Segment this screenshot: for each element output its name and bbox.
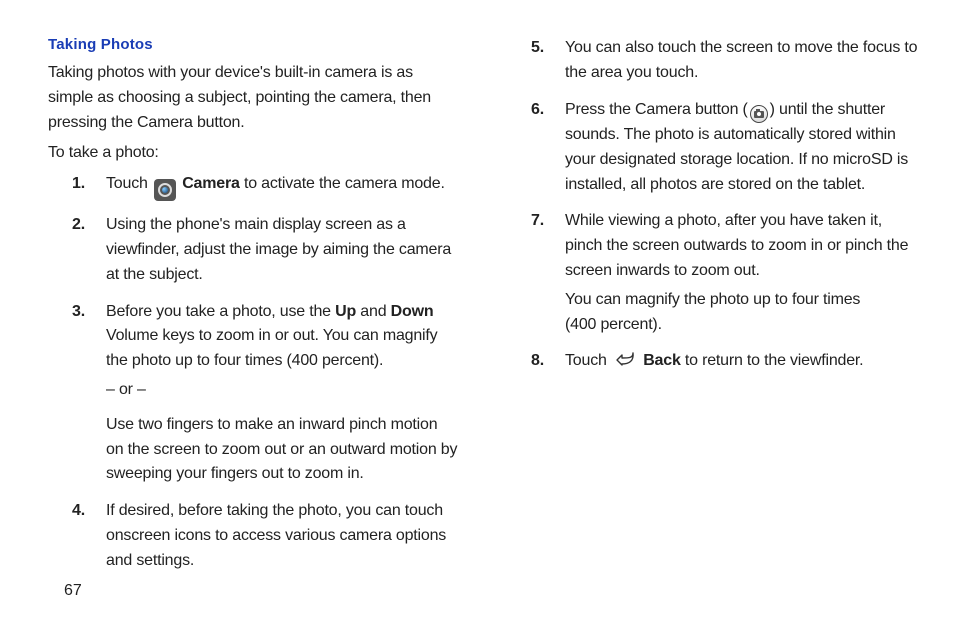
step-6: Press the Camera button () until the shu… <box>531 98 918 198</box>
step-1-post: to activate the camera mode. <box>240 175 445 192</box>
steps-list-right: You can also touch the screen to move th… <box>507 36 918 374</box>
step-3-alt: Use two fingers to make an inward pinch … <box>106 413 459 487</box>
step-7-main: While viewing a photo, after you have ta… <box>565 212 908 279</box>
step-4: If desired, before taking the photo, you… <box>72 499 459 573</box>
step-7: While viewing a photo, after you have ta… <box>531 209 918 337</box>
step-8-pre: Touch <box>565 352 611 369</box>
step-3-pre1: Before you take a photo, use the <box>106 303 335 320</box>
step-8: Touch Back to return to the viewfinder. <box>531 349 918 374</box>
step-3-or: – or – <box>106 378 459 403</box>
steps-list-left: Touch Camera to activate the camera mode… <box>48 172 459 573</box>
step-1-bold: Camera <box>182 175 240 192</box>
page-number: 67 <box>64 582 82 600</box>
step-3-mid1: and <box>356 303 391 320</box>
step-1-pre: Touch <box>106 175 152 192</box>
left-column: Taking Photos Taking photos with your de… <box>48 36 459 586</box>
step-3-b2: Down <box>391 303 434 320</box>
intro-paragraph: Taking photos with your device's built-i… <box>48 61 459 135</box>
section-title: Taking Photos <box>48 36 459 53</box>
step-3-b1: Up <box>335 303 356 320</box>
back-icon <box>613 352 637 368</box>
camera-app-icon <box>154 179 176 201</box>
step-6-pre: Press the Camera button ( <box>565 101 748 118</box>
step-7-sub1: You can magnify the photo up to four tim… <box>565 288 918 313</box>
step-3: Before you take a photo, use the Up and … <box>72 300 459 488</box>
step-5: You can also touch the screen to move th… <box>531 36 918 86</box>
step-8-bold: Back <box>643 352 680 369</box>
camera-shutter-icon <box>750 105 768 123</box>
right-column: You can also touch the screen to move th… <box>507 36 918 586</box>
step-1: Touch Camera to activate the camera mode… <box>72 172 459 201</box>
content-columns: Taking Photos Taking photos with your de… <box>48 36 918 586</box>
step-3-post1: Volume keys to zoom in or out. You can m… <box>106 327 437 369</box>
lead-in: To take a photo: <box>48 141 459 166</box>
step-2: Using the phone's main display screen as… <box>72 213 459 287</box>
step-7-sub2: (400 percent). <box>565 313 918 338</box>
step-8-post: to return to the viewfinder. <box>681 352 864 369</box>
